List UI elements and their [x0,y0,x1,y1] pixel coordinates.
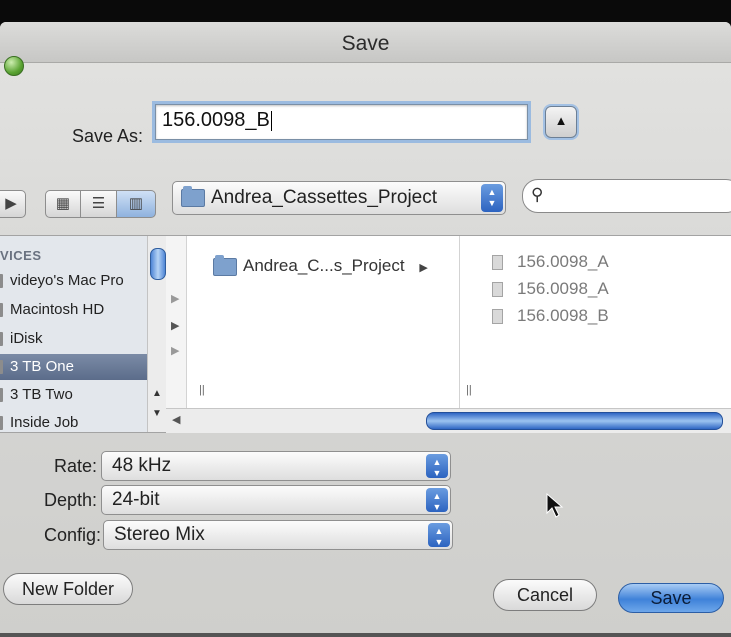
save-as-value: 156.0098_B [162,109,270,131]
triangle-up-icon: ▲ [554,113,568,128]
horizontal-scrollbar[interactable]: ◀ [166,408,731,433]
file-browser: VICES videyo's Mac Pro Macintosh HD iDis… [0,235,731,433]
rate-popup[interactable]: 48 kHz ▲ ▼ [101,451,451,481]
sidebar-item-label: Inside Job [10,414,79,431]
sidebar-item-label: videyo's Mac Pro [10,272,124,289]
icon-view-button[interactable]: ▦ [45,190,81,218]
location-popup[interactable]: Andrea_Cassettes_Project ▲ ▼ [172,181,506,215]
folder-row[interactable]: Andrea_C...s_Project ▶ [213,254,428,276]
save-dialog: Save Save As: 156.0098_B ▲ ▶ ▦ ☰ ▥ Andre… [0,22,731,637]
config-popup[interactable]: Stereo Mix ▲ ▼ [103,520,453,550]
depth-value: 24-bit [112,489,160,510]
grid-icon: ▦ [55,195,71,212]
file-row-label: 156.0098_A [517,279,609,298]
sidebar-item-label: 3 TB One [10,358,74,375]
column-view-button[interactable]: ▥ [116,190,156,218]
sidebar-item-3tb-two[interactable]: 3 TB Two [0,382,147,408]
list-view-button[interactable]: ☰ [80,190,117,218]
file-row[interactable]: 156.0098_A [492,279,609,299]
document-icon [492,282,503,298]
folder-row-label: Andrea_C...s_Project [243,256,405,275]
expand-dialog-button[interactable]: ▲ [545,106,577,138]
new-folder-button[interactable]: New Folder [3,573,133,605]
search-field[interactable]: ⚲ [522,179,731,213]
disclosure-icon: ▶ [171,345,180,357]
disk-icon [0,303,3,317]
column-1: Andrea_C...s_Project ▶ || [187,236,460,408]
save-as-label: Save As: [72,126,144,146]
scroll-up-icon[interactable]: ▲ [152,388,162,399]
title-bar: Save [0,22,731,63]
sidebar-item-inside-job[interactable]: Inside Job [0,410,147,432]
save-button[interactable]: Save [618,583,724,613]
location-value: Andrea_Cassettes_Project [211,187,438,208]
sidebar-section-header: VICES [0,248,42,263]
config-label: Config: [43,525,101,545]
file-row-label: 156.0098_B [517,306,609,325]
disk-icon [0,388,3,402]
rate-label: Rate: [53,456,97,476]
scroll-left-icon[interactable]: ◀ [172,413,180,426]
popup-stepper-icon: ▲ ▼ [428,523,450,547]
computer-icon [0,274,3,288]
rate-value: 48 kHz [112,455,172,476]
triangle-right-icon: ▶ [5,195,17,212]
text-caret [270,110,272,131]
zoom-button-icon[interactable] [4,56,24,76]
file-row[interactable]: 156.0098_B [492,306,609,326]
disclosure-icon: ▶ [419,262,428,274]
popup-stepper-icon: ▲ ▼ [426,488,448,512]
magnifier-icon: ⚲ [531,185,544,204]
sidebar: VICES videyo's Mac Pro Macintosh HD iDis… [0,236,148,432]
sidebar-item-label: Macintosh HD [10,301,105,318]
sidebar-item-mac-pro[interactable]: videyo's Mac Pro [0,268,147,294]
disk-icon [0,416,3,430]
sidebar-item-3tb-one[interactable]: 3 TB One [0,354,147,380]
folder-icon [213,254,237,276]
file-row-label: 156.0098_A [517,252,609,271]
disk-icon [0,360,3,374]
sidebar-item-macintosh-hd[interactable]: Macintosh HD [0,297,147,323]
list-icon: ☰ [91,195,106,212]
cancel-button[interactable]: Cancel [493,579,597,611]
folder-icon [181,185,205,207]
idisk-icon [0,332,3,346]
column-2: 156.0098_A 156.0098_A 156.0098_B || [460,236,731,408]
column-resize-handle-icon[interactable]: || [466,384,472,396]
sidebar-item-label: iDisk [10,330,43,347]
sidebar-scrollbar[interactable]: ▲ ▼ [147,236,167,432]
column-0: ▶ ▶ ▶ [166,236,187,408]
file-row[interactable]: 156.0098_A [492,252,609,272]
document-icon [492,309,503,325]
forward-button[interactable]: ▶ [0,190,26,218]
document-icon [492,255,503,271]
sidebar-scroll-thumb[interactable] [150,248,166,280]
dock-strip [0,633,731,637]
config-value: Stereo Mix [114,524,205,545]
columns-icon: ▥ [128,195,144,212]
horizontal-scroll-thumb[interactable] [426,412,723,430]
disclosure-icon: ▶ [171,293,180,305]
scroll-down-icon[interactable]: ▼ [152,408,162,419]
disclosure-icon: ▶ [171,320,180,332]
mouse-cursor-icon [546,493,564,518]
sidebar-item-idisk[interactable]: iDisk [0,326,147,352]
sidebar-item-label: 3 TB Two [10,386,73,403]
popup-stepper-icon: ▲ ▼ [426,454,448,478]
depth-label: Depth: [43,490,97,510]
dialog-title: Save [341,32,390,55]
depth-popup[interactable]: 24-bit ▲ ▼ [101,485,451,515]
popup-stepper-icon: ▲ ▼ [481,184,503,212]
save-as-input[interactable]: 156.0098_B [155,104,528,140]
column-resize-handle-icon[interactable]: || [199,384,205,396]
